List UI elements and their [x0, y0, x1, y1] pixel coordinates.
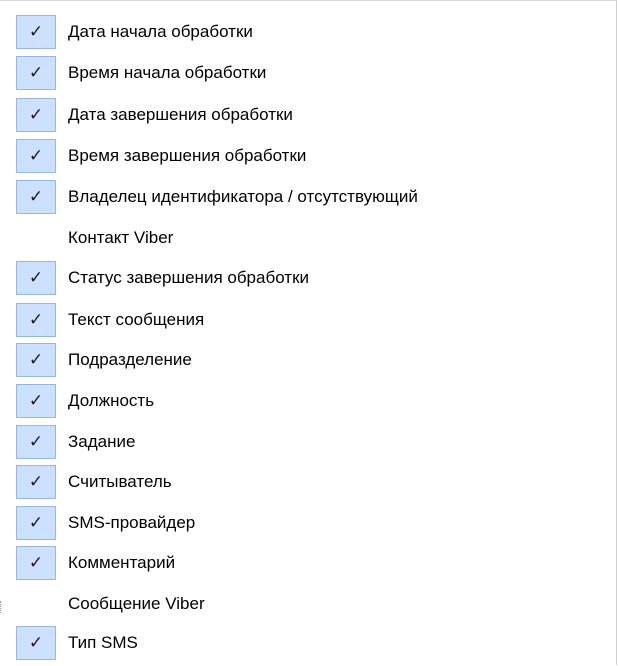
- checkmark-icon: ✓: [16, 303, 56, 337]
- checkmark-icon: ✓: [16, 384, 56, 418]
- checkmark-icon: ✓: [16, 261, 56, 295]
- menu-item[interactable]: ✓ Время завершения обработки: [0, 137, 616, 175]
- menu-item[interactable]: ✓Контакт Viber: [0, 219, 616, 257]
- menu-item-label: Дата начала обработки: [68, 22, 253, 41]
- menu-item[interactable]: ✓ Тип SMS: [0, 624, 616, 662]
- menu-item-label: Статус завершения обработки: [68, 268, 310, 287]
- menu-item[interactable]: ✓ Владелец идентификатора / отсутствующий: [0, 178, 616, 216]
- menu-item-label: Комментарий: [68, 553, 176, 572]
- menu-item-label: Подразделение: [68, 350, 192, 369]
- checkmark-icon: ✓: [16, 546, 56, 580]
- menu-item-label: SMS-провайдер: [68, 513, 196, 532]
- menu-item[interactable]: ✓ Комментарий: [0, 544, 616, 582]
- menu-item-label: Владелец идентификатора / отсутствующий: [68, 187, 418, 206]
- menu-item-label: Сообщение Viber: [68, 594, 205, 613]
- menu-item-label: Текст сообщения: [68, 310, 205, 329]
- menu-item[interactable]: ✓ SMS-провайдер: [0, 504, 616, 542]
- menu-item[interactable]: ✓ Задание: [0, 423, 616, 461]
- checkmark-icon: ✓: [16, 506, 56, 540]
- menu-item[interactable]: ✓ Текст сообщения: [0, 301, 616, 339]
- menu-item[interactable]: ✓ Дата начала обработки: [0, 13, 616, 51]
- menu-item[interactable]: ✓Сообщение Viber: [0, 585, 616, 623]
- menu-item-label: Дата завершения обработки: [68, 105, 293, 124]
- checkmark-icon: ✓: [16, 626, 56, 660]
- checkmark-icon: ✓: [16, 15, 56, 49]
- checkmark-icon: ✓: [16, 343, 56, 377]
- checkmark-icon: ✓: [16, 56, 56, 90]
- menu-item-label: Время начала обработки: [68, 63, 267, 82]
- menu-item[interactable]: ✓ Подразделение: [0, 341, 616, 379]
- menu-item[interactable]: ✓ Дата завершения обработки: [0, 96, 616, 134]
- resize-grip: [0, 601, 4, 613]
- checkmark-icon: ✓: [16, 98, 56, 132]
- menu-item-label: Считыватель: [68, 472, 172, 491]
- checkmark-icon: ✓: [16, 465, 56, 499]
- menu-item[interactable]: ✓ Считыватель: [0, 463, 616, 501]
- checkmark-icon: ✓: [16, 425, 56, 459]
- menu-item-label: Должность: [68, 391, 155, 410]
- checkmark-icon: ✓: [16, 139, 56, 173]
- menu-item[interactable]: ✓ Должность: [0, 382, 616, 420]
- menu-item-label: Время завершения обработки: [68, 146, 307, 165]
- menu-item-label: Контакт Viber: [68, 228, 174, 247]
- checkmark-icon: ✓: [16, 180, 56, 214]
- column-chooser-menu: ✓ Дата начала обработки ✓ Время начала обра…: [0, 0, 617, 665]
- menu-item-label: Задание: [68, 432, 136, 451]
- menu-item-label: Тип SMS: [68, 633, 138, 652]
- menu-item[interactable]: ✓ Время начала обработки: [0, 54, 616, 92]
- menu-item[interactable]: ✓ Статус завершения обработки: [0, 259, 616, 297]
